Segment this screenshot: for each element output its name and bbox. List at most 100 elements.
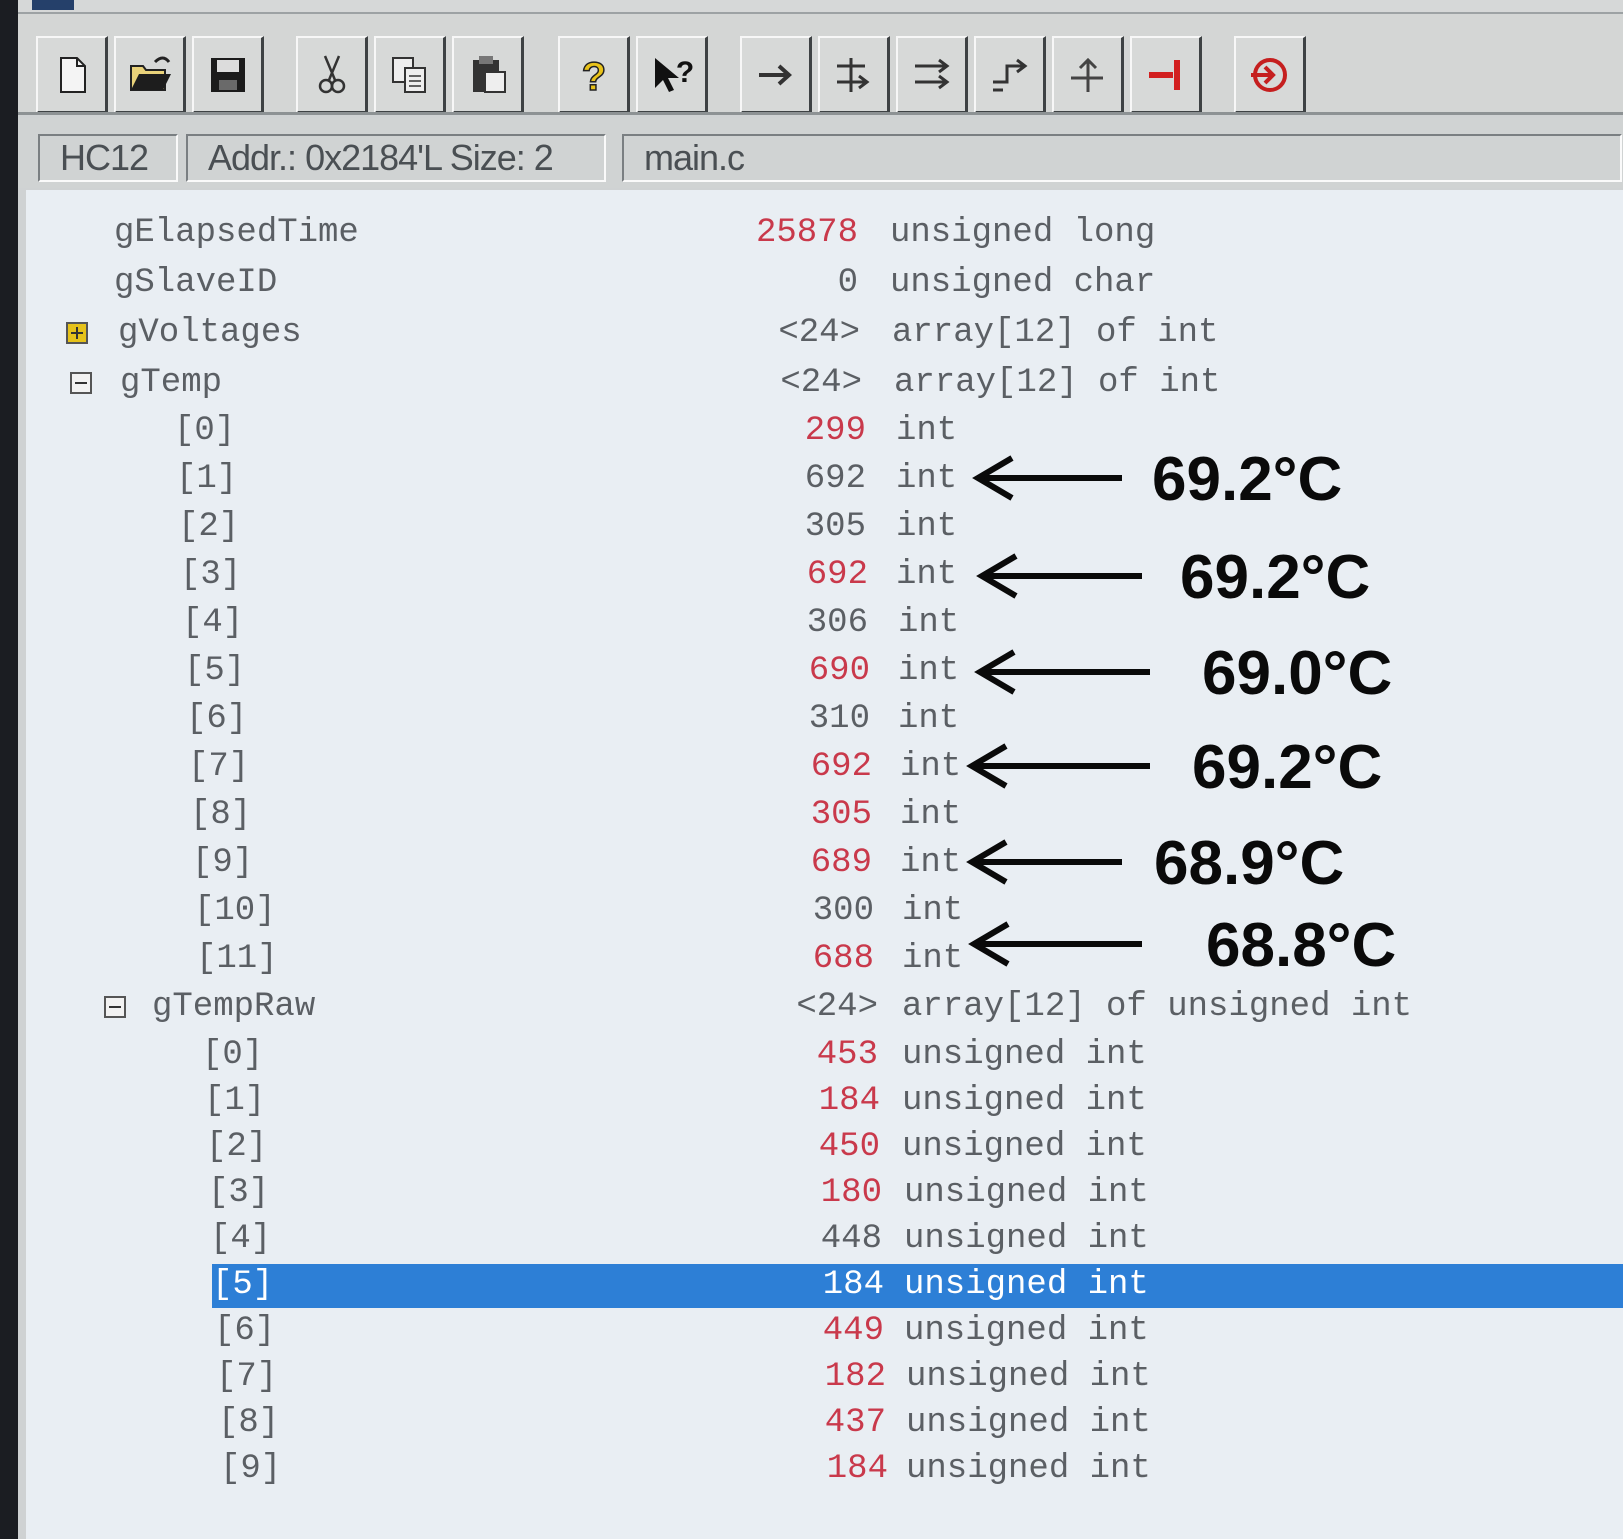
element-index: [7] [216, 1358, 278, 1396]
element-index: [8] [218, 1404, 280, 1442]
data-window[interactable]: gElapsedTime 25878 unsigned long gSlaveI… [26, 190, 1623, 1539]
step-over-button[interactable] [896, 36, 968, 114]
variable-row-gtempraw[interactable]: gTempRaw <24> array[12] of unsigned int [26, 984, 1623, 1030]
clipboard-icon [472, 55, 506, 93]
expand-plus-icon[interactable] [66, 322, 88, 344]
element-type: int [896, 508, 958, 546]
help-question-icon: ? [581, 54, 607, 98]
variable-type: array[12] of int [894, 364, 1221, 402]
element-index: [2] [206, 1128, 268, 1166]
element-index: [10] [194, 892, 276, 930]
step-out-icon [992, 58, 1027, 91]
paste-button[interactable] [452, 36, 524, 114]
toolbar: ? ? [18, 14, 1623, 114]
array-element-row[interactable]: [3] 180 unsigned int [26, 1170, 1623, 1216]
variable-type: array[12] of int [892, 314, 1219, 352]
copy-icon [391, 56, 426, 93]
variable-value: <24> [778, 314, 860, 352]
array-element-row[interactable]: [2] 305 int [26, 504, 1623, 550]
element-index: [2] [178, 508, 240, 546]
element-type: unsigned int [906, 1450, 1151, 1488]
file-field: main.c [622, 134, 1622, 182]
target-field: HC12 [38, 134, 178, 182]
element-index: [1] [204, 1082, 266, 1120]
element-index: [8] [190, 796, 252, 834]
left-arrow-icon [974, 649, 1150, 695]
element-type: int [896, 556, 958, 594]
array-element-row[interactable]: [9] 184 unsigned int [26, 1446, 1623, 1492]
array-element-row[interactable]: [6] 449 unsigned int [26, 1308, 1623, 1354]
element-index: [3] [180, 556, 242, 594]
help-button[interactable]: ? [558, 36, 630, 114]
status-bar: HC12 Addr.: 0x2184'L Size: 2 main.c [18, 118, 1623, 188]
temperature-annotation: 68.9°C [966, 829, 1466, 898]
element-value: 306 [806, 604, 868, 642]
element-type: int [898, 652, 960, 690]
svg-text:?: ? [675, 56, 693, 89]
temperature-annotation: 69.2°C [976, 543, 1476, 612]
step-over-icon [914, 58, 949, 89]
element-value: 450 [818, 1128, 880, 1166]
element-value: 453 [816, 1036, 878, 1074]
variable-row-gtemp[interactable]: gTemp <24> array[12] of int [26, 360, 1623, 406]
collapse-minus-icon[interactable] [70, 372, 92, 394]
array-element-row[interactable]: [8] 437 unsigned int [26, 1400, 1623, 1446]
variable-value: 0 [837, 264, 858, 302]
element-value: 692 [804, 460, 866, 498]
single-step-button[interactable] [818, 36, 890, 114]
reset-button[interactable] [1234, 36, 1306, 114]
element-index: [0] [174, 412, 236, 450]
step-out-button[interactable] [974, 36, 1046, 114]
element-value: 305 [804, 508, 866, 546]
copy-button[interactable] [374, 36, 446, 114]
halt-icon [1148, 59, 1180, 90]
element-type: int [900, 796, 962, 834]
element-value: 180 [820, 1174, 882, 1212]
assembly-step-icon [1070, 57, 1103, 92]
open-button[interactable] [114, 36, 186, 114]
variable-row-gslaveid[interactable]: gSlaveID 0 unsigned char [26, 260, 1623, 306]
array-element-row[interactable]: [7] 182 unsigned int [26, 1354, 1623, 1400]
element-index: [7] [188, 748, 250, 786]
variable-row-gvoltages[interactable]: gVoltages <24> array[12] of int [26, 310, 1623, 356]
element-type: unsigned int [902, 1128, 1147, 1166]
svg-text:?: ? [581, 55, 605, 98]
new-button[interactable] [36, 36, 108, 114]
array-element-row[interactable]: [4] 448 unsigned int [26, 1216, 1623, 1262]
element-value: 690 [808, 652, 870, 690]
start-button[interactable] [740, 36, 812, 114]
new-file-icon [59, 56, 86, 93]
array-element-row-selected[interactable]: [5] 184 unsigned int [26, 1262, 1623, 1308]
variable-type: unsigned char [890, 264, 1156, 302]
context-help-button[interactable]: ? [636, 36, 708, 114]
element-type: int [898, 604, 960, 642]
variable-row-gelapsedtime[interactable]: gElapsedTime 25878 unsigned long [26, 210, 1623, 256]
variable-value: <24> [780, 364, 862, 402]
temperature-annotation: 69.2°C [966, 733, 1466, 802]
array-element-row[interactable]: [0] 453 unsigned int [26, 1032, 1623, 1078]
array-element-row[interactable]: [2] 450 unsigned int [26, 1124, 1623, 1170]
element-index: [6] [214, 1312, 276, 1350]
element-value: 184 [822, 1266, 884, 1304]
element-value: 689 [810, 844, 872, 882]
collapse-minus-icon[interactable] [104, 996, 126, 1018]
element-index: [9] [192, 844, 254, 882]
element-type: int [902, 892, 964, 930]
variable-name: gVoltages [118, 314, 302, 352]
save-button[interactable] [192, 36, 264, 114]
element-value: 692 [806, 556, 868, 594]
element-type: int [898, 700, 960, 738]
element-index: [1] [176, 460, 238, 498]
variable-type: unsigned long [890, 214, 1156, 252]
run-arrow-icon [758, 64, 792, 85]
temperature-annotation: 68.8°C [968, 911, 1468, 980]
temperature-label: 69.2°C [1152, 445, 1343, 514]
assembly-step-button[interactable] [1052, 36, 1124, 114]
cut-button[interactable] [296, 36, 368, 114]
element-index: [9] [220, 1450, 282, 1488]
left-arrow-icon [966, 743, 1150, 789]
variable-value: 25878 [755, 214, 858, 252]
array-element-row[interactable]: [1] 184 unsigned int [26, 1078, 1623, 1124]
halt-button[interactable] [1130, 36, 1202, 114]
element-value: 449 [822, 1312, 884, 1350]
